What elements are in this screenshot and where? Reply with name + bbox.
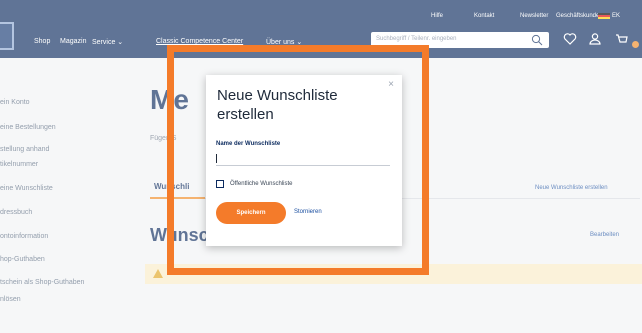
public-wishlist-label[interactable]: Öffentliche Wunschliste bbox=[230, 181, 292, 187]
public-wishlist-checkbox[interactable] bbox=[216, 180, 224, 188]
wishlist-name-input[interactable] bbox=[216, 152, 390, 166]
save-button[interactable]: Speichern bbox=[216, 202, 286, 224]
dialog-title: Neue Wunschliste erstellen bbox=[217, 87, 338, 123]
cancel-link[interactable]: Stornieren bbox=[294, 209, 322, 215]
close-icon[interactable]: × bbox=[388, 79, 394, 90]
text-caret bbox=[216, 154, 217, 163]
wishlist-name-label: Name der Wunschliste bbox=[216, 141, 281, 147]
new-wishlist-dialog: × Neue Wunschliste erstellen Name der Wu… bbox=[206, 75, 402, 246]
